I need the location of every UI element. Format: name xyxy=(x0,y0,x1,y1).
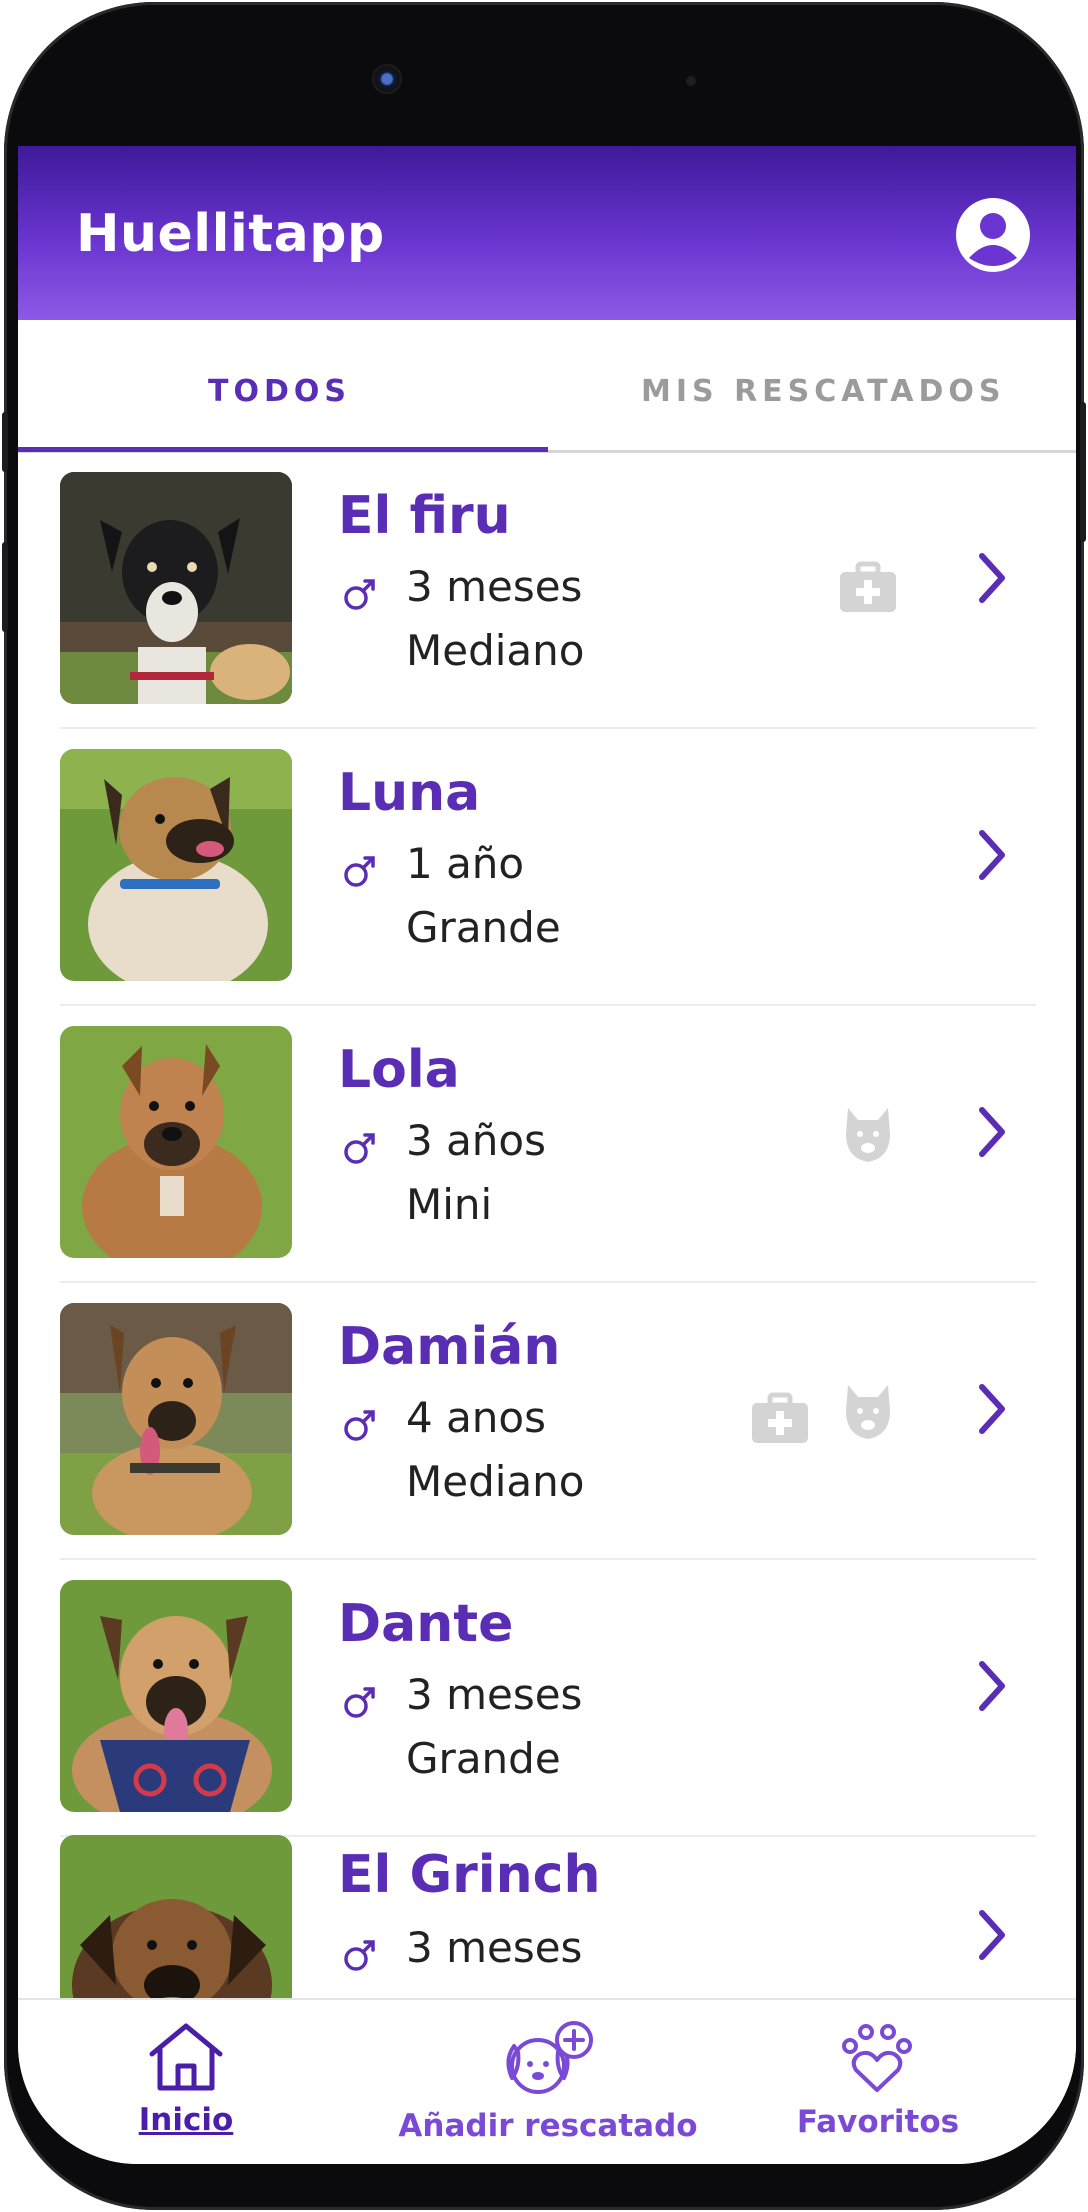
pet-age: 3 meses xyxy=(406,1670,583,1719)
pet-name: Dante xyxy=(338,1594,514,1654)
paw-heart-icon xyxy=(842,2024,912,2092)
pet-list: El firu 3 meses Mediano Luna 1 año Grand… xyxy=(18,450,1076,2048)
medical-kit-icon xyxy=(752,1392,808,1443)
dangerous-breed-icon xyxy=(846,1385,890,1439)
medical-kit-icon xyxy=(840,561,896,612)
male-icon xyxy=(344,856,375,887)
male-icon xyxy=(344,1133,375,1164)
chevron-right-icon[interactable] xyxy=(972,1905,1012,1965)
pet-size: Mini xyxy=(406,1180,493,1229)
bottom-nav: Inicio Añadir rescatado Favoritos xyxy=(18,1998,1076,2164)
pet-name: Lola xyxy=(338,1040,460,1100)
pet-row-damian[interactable]: Damián 4 anos Mediano xyxy=(60,1281,1036,1560)
nav-inicio[interactable]: Inicio xyxy=(126,2020,246,2138)
pet-row-el-firu[interactable]: El firu 3 meses Mediano xyxy=(60,450,1036,729)
chevron-right-icon[interactable] xyxy=(972,1656,1012,1716)
pet-age: 3 años xyxy=(406,1116,547,1165)
male-icon xyxy=(344,579,375,610)
side-button xyxy=(2,412,8,472)
pet-name: Damián xyxy=(338,1317,561,1377)
pet-size: Mediano xyxy=(406,1457,585,1506)
pet-age: 1 año xyxy=(406,839,525,888)
pet-photo xyxy=(60,749,292,981)
nav-label: Favoritos xyxy=(796,2104,960,2140)
pet-row-dante[interactable]: Dante 3 meses Grande xyxy=(60,1558,1036,1837)
pet-size: Mediano xyxy=(406,626,585,675)
pet-name: El Grinch xyxy=(338,1845,601,1905)
pet-row-luna[interactable]: Luna 1 año Grande xyxy=(60,727,1036,1006)
nav-label: Inicio xyxy=(138,2102,234,2138)
account-icon[interactable] xyxy=(954,196,1032,274)
pet-size: Grande xyxy=(406,1734,561,1783)
chevron-right-icon[interactable] xyxy=(972,548,1012,608)
pet-age: 3 meses xyxy=(406,1923,583,1972)
app-screen: Huellitapp TODOS MIS RESCATADOS El firu … xyxy=(18,146,1076,2164)
tab-mis-rescatados[interactable]: MIS RESCATADOS xyxy=(641,374,1006,409)
chevron-right-icon[interactable] xyxy=(972,1102,1012,1162)
tab-bar: TODOS MIS RESCATADOS xyxy=(18,320,1076,453)
pet-photo xyxy=(60,1580,292,1812)
pet-age: 3 meses xyxy=(406,562,583,611)
pet-row-lola[interactable]: Lola 3 años Mini xyxy=(60,1004,1036,1283)
power-button xyxy=(1080,402,1086,542)
pet-photo xyxy=(60,1026,292,1258)
pet-photo xyxy=(60,472,292,704)
proximity-sensor xyxy=(686,76,696,86)
pet-age: 4 anos xyxy=(406,1393,547,1442)
tab-todos[interactable]: TODOS xyxy=(208,374,351,409)
home-icon xyxy=(149,2023,223,2091)
male-icon xyxy=(344,1410,375,1441)
male-icon xyxy=(344,1940,375,1971)
nav-favoritos[interactable]: Favoritos xyxy=(778,2020,978,2140)
pet-size: Grande xyxy=(406,903,561,952)
dangerous-breed-icon xyxy=(846,1108,890,1162)
add-dog-icon xyxy=(506,2021,593,2094)
volume-button xyxy=(2,542,8,632)
pet-photo xyxy=(60,1303,292,1535)
app-bar: Huellitapp xyxy=(18,146,1076,320)
front-camera xyxy=(372,64,402,94)
pet-name: El firu xyxy=(338,486,511,546)
chevron-right-icon[interactable] xyxy=(972,825,1012,885)
nav-anadir-rescatado[interactable]: Añadir rescatado xyxy=(378,2020,718,2144)
pet-name: Luna xyxy=(338,763,481,823)
app-title: Huellitapp xyxy=(76,204,385,264)
male-icon xyxy=(344,1687,375,1718)
chevron-right-icon[interactable] xyxy=(972,1379,1012,1439)
nav-label: Añadir rescatado xyxy=(398,2108,698,2144)
phone-frame: Huellitapp TODOS MIS RESCATADOS El firu … xyxy=(2,2,1086,2210)
